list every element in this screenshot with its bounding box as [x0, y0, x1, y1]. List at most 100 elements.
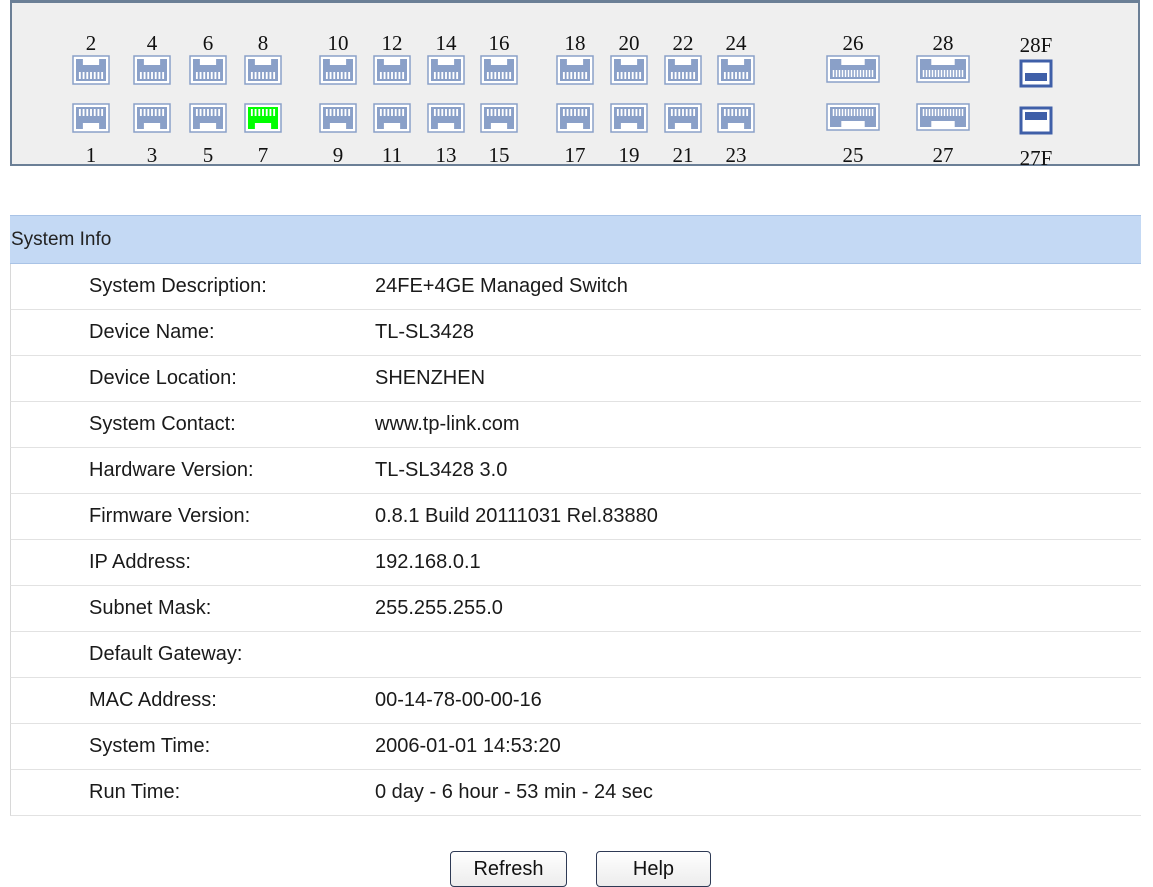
- info-value: TL-SL3428: [375, 321, 474, 343]
- port-label-22: 22: [673, 31, 694, 55]
- port-17-icon[interactable]: [556, 103, 594, 133]
- sfp-port-27F-icon[interactable]: [1019, 106, 1053, 135]
- info-row-system-time: System Time: 2006-01-01 14:53:20: [10, 724, 1141, 770]
- port-19-icon[interactable]: [610, 103, 648, 133]
- system-info-section: System Info System Description: 24FE+4GE…: [10, 215, 1141, 816]
- port-9-icon[interactable]: [319, 103, 357, 133]
- info-value: 24FE+4GE Managed Switch: [375, 275, 628, 297]
- port-label-12: 12: [382, 31, 403, 55]
- info-label: IP Address:: [89, 551, 191, 573]
- info-row-mac-address: MAC Address: 00-14-78-00-00-16: [10, 678, 1141, 724]
- port-label-21: 21: [673, 143, 694, 167]
- port-label-15: 15: [489, 143, 510, 167]
- info-row-default-gateway: Default Gateway:: [10, 632, 1141, 678]
- info-label: Default Gateway:: [89, 643, 243, 665]
- info-value: www.tp-link.com: [375, 413, 520, 435]
- info-value: 255.255.255.0: [375, 597, 503, 619]
- info-label: Device Location:: [89, 367, 237, 389]
- port-1-icon[interactable]: [72, 103, 110, 133]
- port-28-icon[interactable]: [916, 55, 970, 83]
- info-value: SHENZHEN: [375, 367, 486, 389]
- port-4-icon[interactable]: [133, 55, 171, 85]
- port-14-icon[interactable]: [427, 55, 465, 85]
- info-label: System Contact:: [89, 413, 236, 435]
- info-label: MAC Address:: [89, 689, 217, 711]
- port-label-27: 27: [933, 143, 954, 167]
- port-3-icon[interactable]: [133, 103, 171, 133]
- port-10-icon[interactable]: [319, 55, 357, 85]
- port-22-icon[interactable]: [664, 55, 702, 85]
- port-label-8: 8: [258, 31, 269, 55]
- sfp-label-28F: 28F: [1020, 33, 1053, 57]
- info-label: Device Name:: [89, 321, 215, 343]
- port-label-28: 28: [933, 31, 954, 55]
- info-row-subnet-mask: Subnet Mask: 255.255.255.0: [10, 586, 1141, 632]
- port-label-24: 24: [726, 31, 748, 55]
- port-27-icon[interactable]: [916, 103, 970, 131]
- port-13-icon[interactable]: [427, 103, 465, 133]
- info-label: Hardware Version:: [89, 459, 254, 481]
- port-status-diagram: 2 4 6 8 10 12 14 16 18 20 22 24 26 281 3 5 7 9 11 13 15 17 19 2…: [72, 31, 1053, 170]
- port-label-14: 14: [436, 31, 458, 55]
- info-value: 0.8.1 Build 20111031 Rel.83880: [375, 505, 658, 527]
- port-label-25: 25: [843, 143, 864, 167]
- info-label: Firmware Version:: [89, 505, 251, 527]
- info-row-firmware-version: Firmware Version: 0.8.1 Build 20111031 R…: [10, 494, 1141, 540]
- port-label-20: 20: [619, 31, 640, 55]
- port-2-icon[interactable]: [72, 55, 110, 85]
- info-value: 2006-01-01 14:53:20: [375, 735, 561, 757]
- help-button[interactable]: Help: [596, 851, 711, 887]
- port-label-23: 23: [726, 143, 747, 167]
- info-value: 0 day - 6 hour - 53 min - 24 sec: [375, 781, 653, 803]
- port-26-icon[interactable]: [826, 55, 880, 83]
- port-label-17: 17: [565, 143, 586, 167]
- info-row-run-time: Run Time: 0 day - 6 hour - 53 min - 24 s…: [10, 770, 1141, 816]
- port-label-13: 13: [436, 143, 457, 167]
- port-label-4: 4: [147, 31, 158, 55]
- port-5-icon[interactable]: [189, 103, 227, 133]
- port-11-icon[interactable]: [373, 103, 411, 133]
- port-18-icon[interactable]: [556, 55, 594, 85]
- info-row-ip-address: IP Address: 192.168.0.1: [10, 540, 1141, 586]
- info-value: 00-14-78-00-00-16: [375, 689, 542, 711]
- port-label-19: 19: [619, 143, 640, 167]
- port-label-16: 16: [489, 31, 510, 55]
- info-row-system-contact: System Contact: www.tp-link.com: [10, 402, 1141, 448]
- info-row-system-description: System Description: 24FE+4GE Managed Swi…: [10, 264, 1141, 310]
- port-label-9: 9: [333, 143, 344, 167]
- port-label-3: 3: [147, 143, 158, 167]
- port-15-icon[interactable]: [480, 103, 518, 133]
- port-8-icon[interactable]: [244, 55, 282, 85]
- info-row-device-location: Device Location: SHENZHEN: [10, 356, 1141, 402]
- port-label-18: 18: [565, 31, 586, 55]
- port-label-6: 6: [203, 31, 214, 55]
- port-label-5: 5: [203, 143, 214, 167]
- port-16-icon[interactable]: [480, 55, 518, 85]
- refresh-button[interactable]: Refresh: [450, 851, 567, 887]
- port-label-11: 11: [382, 143, 402, 167]
- port-24-icon[interactable]: [717, 55, 755, 85]
- port-20-icon[interactable]: [610, 55, 648, 85]
- info-label: System Time:: [89, 735, 211, 757]
- system-info-header: System Info: [10, 215, 1141, 264]
- port-label-26: 26: [843, 31, 864, 55]
- port-label-7: 7: [258, 143, 269, 167]
- port-25-icon[interactable]: [826, 103, 880, 131]
- port-7-icon[interactable]: [244, 103, 282, 133]
- port-6-icon[interactable]: [189, 55, 227, 85]
- info-label: Run Time:: [89, 781, 181, 803]
- system-info-table: System Description: 24FE+4GE Managed Swi…: [10, 264, 1141, 816]
- info-value: TL-SL3428 3.0: [375, 459, 508, 481]
- info-row-hardware-version: Hardware Version: TL-SL3428 3.0: [10, 448, 1141, 494]
- port-23-icon[interactable]: [717, 103, 755, 133]
- port-label-1: 1: [86, 143, 97, 167]
- info-label: Subnet Mask:: [89, 597, 212, 619]
- sfp-port-28F-icon[interactable]: [1019, 59, 1053, 88]
- port-label-2: 2: [86, 31, 97, 55]
- sfp-label-27F: 27F: [1020, 146, 1053, 170]
- port-label-10: 10: [328, 31, 349, 55]
- port-12-icon[interactable]: [373, 55, 411, 85]
- info-row-device-name: Device Name: TL-SL3428: [10, 310, 1141, 356]
- info-value: 192.168.0.1: [375, 551, 481, 573]
- port-21-icon[interactable]: [664, 103, 702, 133]
